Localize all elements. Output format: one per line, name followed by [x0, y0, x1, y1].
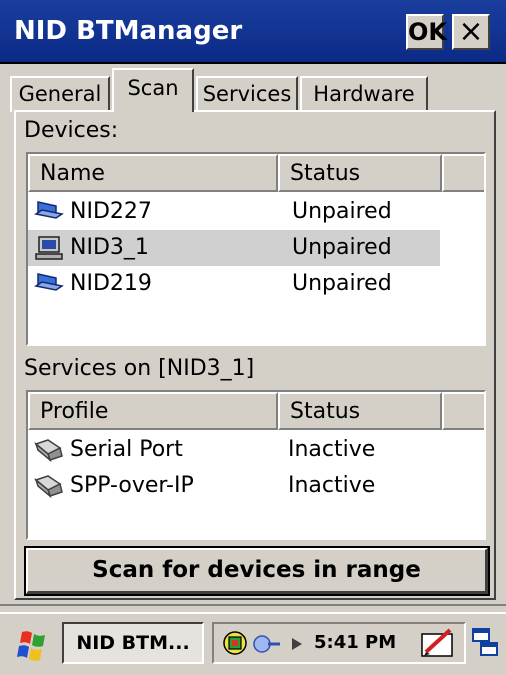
services-list-header: Profile Status	[28, 392, 484, 430]
serial-cable-icon	[34, 475, 63, 498]
tab-scan[interactable]: Scan	[112, 68, 194, 112]
device-status: Unpaired	[292, 271, 392, 296]
device-name: NID3_1	[70, 235, 149, 260]
device-row-selected[interactable]: NID3_1 Unpaired	[28, 230, 440, 266]
devices-list-header: Name Status	[28, 154, 484, 192]
service-profile: Serial Port	[70, 437, 183, 462]
clock[interactable]: 5:41 PM	[314, 624, 396, 662]
tab-services[interactable]: Services	[196, 76, 298, 112]
expand-tray-arrow-icon[interactable]	[290, 636, 304, 652]
tab-hardware[interactable]: Hardware	[300, 76, 428, 112]
column-header-status[interactable]: Status	[278, 154, 442, 192]
input-panel-icon[interactable]	[420, 628, 456, 658]
laptop-icon	[34, 273, 64, 291]
service-row[interactable]: Serial Port Inactive	[28, 432, 484, 468]
taskbar-task-nid-btmanager[interactable]: NID BTM...	[62, 622, 204, 664]
network-globe-icon[interactable]	[222, 630, 248, 656]
window: NID BTManager OK × General Scan Services…	[0, 0, 506, 610]
tab-strip: General Scan Services Hardware	[10, 66, 500, 112]
column-header-name[interactable]: Name	[28, 154, 278, 192]
taskbar: NID BTM... 5:41 PM	[0, 612, 506, 675]
column-header-blank	[442, 154, 484, 192]
device-status: Unpaired	[292, 199, 392, 224]
service-status: Inactive	[288, 473, 376, 498]
scan-panel: Devices: Name Status NID227 Unpaired NID…	[14, 110, 496, 600]
services-label: Services on [NID3_1]	[24, 356, 255, 381]
start-windows-flag-icon[interactable]	[12, 628, 52, 664]
ok-button[interactable]: OK	[406, 14, 447, 50]
service-profile: SPP-over-IP	[70, 473, 194, 498]
device-name: NID227	[70, 199, 152, 224]
desktop-computer-icon	[35, 236, 63, 260]
service-row[interactable]: SPP-over-IP Inactive	[28, 468, 484, 504]
scan-devices-button[interactable]: Scan for devices in range	[24, 546, 490, 596]
devices-label: Devices:	[24, 118, 119, 143]
show-desktop-icon[interactable]	[470, 626, 500, 660]
device-name: NID219	[70, 271, 152, 296]
devices-list[interactable]: Name Status NID227 Unpaired NID3_1 Unpai…	[26, 152, 486, 346]
laptop-icon	[34, 201, 64, 219]
connection-icon[interactable]	[252, 632, 282, 656]
system-tray: 5:41 PM	[212, 622, 466, 664]
column-header-profile[interactable]: Profile	[28, 392, 278, 430]
column-header-blank	[442, 392, 484, 430]
serial-cable-icon	[34, 439, 63, 462]
close-button[interactable]: ×	[452, 14, 490, 50]
service-status: Inactive	[288, 437, 376, 462]
column-header-status[interactable]: Status	[278, 392, 442, 430]
tab-general[interactable]: General	[10, 76, 110, 112]
device-row[interactable]: NID227 Unpaired	[28, 194, 484, 230]
window-title: NID BTManager	[14, 16, 243, 46]
title-bar: NID BTManager OK ×	[0, 0, 506, 64]
services-list[interactable]: Profile Status Serial Port Inactive SPP-…	[26, 390, 486, 540]
device-status: Unpaired	[292, 235, 392, 260]
device-row[interactable]: NID219 Unpaired	[28, 266, 484, 302]
